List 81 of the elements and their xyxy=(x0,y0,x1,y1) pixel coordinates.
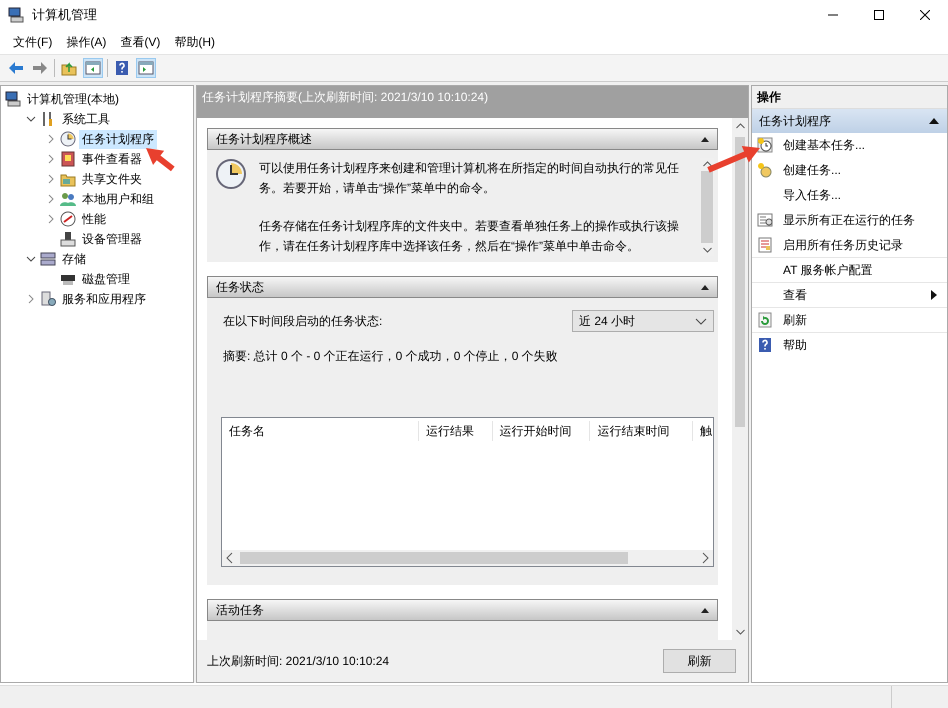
submenu-arrow-icon xyxy=(931,290,937,300)
tree-item[interactable]: 共享文件夹 xyxy=(79,170,145,188)
close-icon xyxy=(920,10,930,20)
vertical-scrollbar[interactable] xyxy=(732,118,748,640)
column-header[interactable]: 运行结果 xyxy=(419,421,493,441)
period-dropdown[interactable]: 近 24 小时 xyxy=(572,310,714,332)
window-title: 计算机管理 xyxy=(32,6,98,24)
summary-text: 摘要: 总计 0 个 - 0 个正在运行，0 个成功，0 个停止，0 个失败 xyxy=(222,348,559,365)
computer-icon xyxy=(8,7,24,23)
action-pane-icon xyxy=(138,60,154,76)
action-item[interactable]: 创建任务... xyxy=(783,162,947,178)
clock-icon xyxy=(757,162,773,178)
description-text: 任务存储在任务计划程序库的文件夹中。若要查看单独任务上的操作或执行该操作，请在任务计划程序库中选择该任务，然后在“操作”菜单中单击命令。 xyxy=(259,218,680,255)
action-item[interactable]: 启用所有任务历史记录 xyxy=(783,236,947,254)
tree-item[interactable]: 计算机管理(本地) xyxy=(24,90,122,108)
action-pane-button[interactable] xyxy=(136,58,156,78)
pane-title: 操作 xyxy=(752,86,947,109)
list-icon xyxy=(757,212,773,228)
section-header[interactable]: 任务状态 xyxy=(207,276,718,298)
section-title: 活动任务 xyxy=(216,602,264,618)
clock-icon xyxy=(757,137,773,153)
column-header[interactable]: 触 xyxy=(693,421,713,441)
help-icon xyxy=(757,337,773,353)
tree-item[interactable]: 性能 xyxy=(79,210,109,228)
maximize-icon xyxy=(874,10,884,20)
tree-item[interactable]: 服务和应用程序 xyxy=(59,290,149,308)
pane-header: 任务计划程序摘要(上次刷新时间: 2021/3/10 10:10:24) xyxy=(197,86,748,118)
menu-item[interactable]: 文件(F) xyxy=(6,32,60,52)
description-text: 可以使用任务计划程序来创建和管理计算机将在所指定的时间自动执行的常见任务。若要开始，请单击“操作”菜单中的命令。 xyxy=(259,160,680,197)
scroll-up-icon xyxy=(702,161,712,167)
document-icon xyxy=(757,237,773,253)
tree-item[interactable]: 磁盘管理 xyxy=(79,270,133,288)
scroll-left-icon xyxy=(225,552,235,564)
scroll-right-icon xyxy=(700,552,710,564)
up-folder-icon xyxy=(61,60,77,76)
tree-item[interactable]: 系统工具 xyxy=(59,110,113,128)
scroll-down-icon xyxy=(702,247,712,253)
menu-item[interactable]: 帮助(H) xyxy=(167,32,222,52)
action-item[interactable]: 创建基本任务... xyxy=(783,136,947,154)
console-tree-button[interactable] xyxy=(83,58,103,78)
tree-item[interactable]: 事件查看器 xyxy=(79,150,145,168)
action-item[interactable]: AT 服务帐户配置 xyxy=(783,262,947,278)
column-header[interactable]: 任务名 xyxy=(222,421,420,441)
action-item[interactable]: 显示所有正在运行的任务 xyxy=(783,212,947,228)
group-title: 任务计划程序 xyxy=(759,112,831,130)
help-icon xyxy=(114,60,130,76)
action-item[interactable]: 刷新 xyxy=(783,312,947,328)
horizontal-scrollbar[interactable] xyxy=(222,550,713,566)
clock-icon xyxy=(215,158,247,190)
computer-icon xyxy=(5,91,21,107)
section-header[interactable]: 活动任务 xyxy=(207,599,718,621)
tree-item[interactable]: 存储 xyxy=(59,250,89,268)
menu-item[interactable]: 查看(V) xyxy=(113,32,168,52)
tree-item[interactable]: 设备管理器 xyxy=(79,230,145,248)
section-header[interactable]: 任务计划程序概述 xyxy=(207,128,718,150)
back-icon xyxy=(8,60,24,76)
refresh-button[interactable]: 刷新 xyxy=(663,649,736,673)
tree-item[interactable]: 本地用户和组 xyxy=(79,190,157,208)
clock-icon xyxy=(60,131,76,147)
action-group-header[interactable]: 任务计划程序 xyxy=(752,109,947,133)
period-label: 在以下时间段启动的任务状态: xyxy=(223,312,382,330)
menu-item[interactable]: 操作(A) xyxy=(59,32,114,52)
services-icon xyxy=(40,291,56,307)
forward-icon xyxy=(32,60,48,76)
console-tree-icon xyxy=(85,60,101,76)
action-item[interactable]: 导入任务... xyxy=(783,186,947,204)
section-title: 任务计划程序概述 xyxy=(216,130,312,148)
scroll-down-icon xyxy=(736,629,744,635)
users-icon xyxy=(60,191,76,207)
section-title: 任务状态 xyxy=(216,278,264,296)
last-refresh-text: 上次刷新时间: 2021/3/10 10:10:24 xyxy=(207,652,390,670)
action-item[interactable]: 查看 xyxy=(783,286,921,304)
refresh-icon xyxy=(757,312,773,328)
storage-icon xyxy=(40,251,56,267)
column-header[interactable]: 运行结束时间 xyxy=(590,421,694,441)
action-item[interactable]: 帮助 xyxy=(783,336,947,354)
tree-item[interactable]: 任务计划程序 xyxy=(79,130,157,148)
column-header[interactable]: 运行开始时间 xyxy=(492,421,590,441)
dropdown-chevron-icon xyxy=(695,318,707,324)
scroll-up-icon xyxy=(736,123,744,129)
device-icon xyxy=(60,231,76,247)
